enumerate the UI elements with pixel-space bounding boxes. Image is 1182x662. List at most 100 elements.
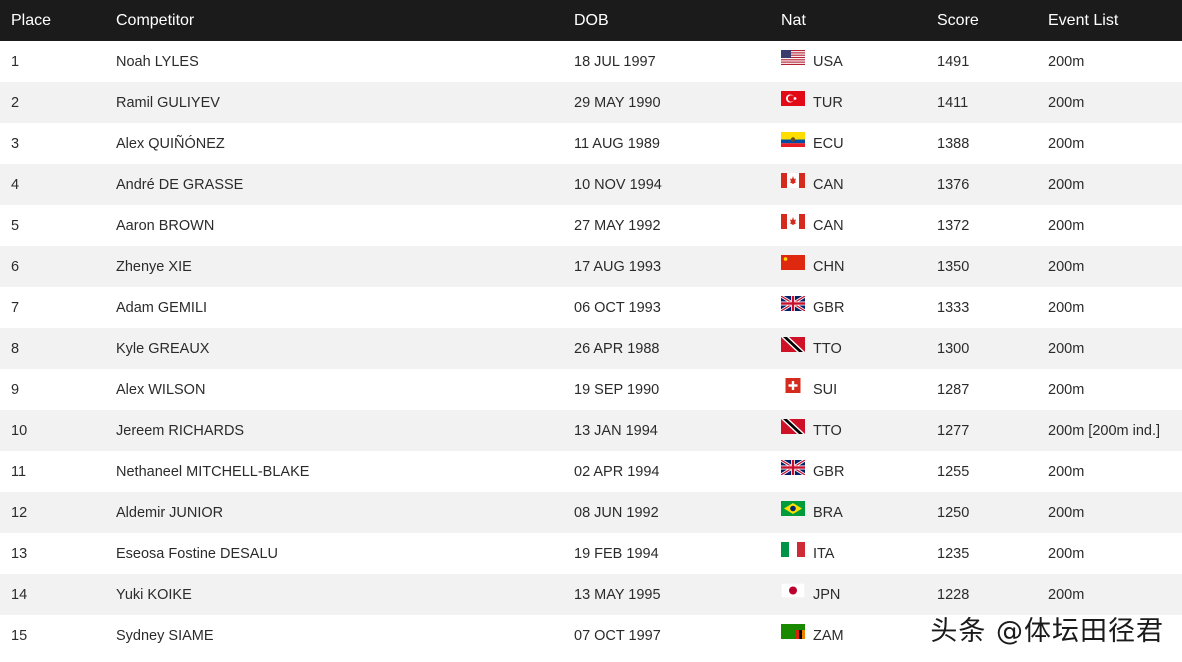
table-row[interactable]: 10 Jereem RICHARDS 13 JAN 1994 TTO 1277 200m … [0, 410, 1182, 451]
table-row[interactable]: 7 Adam GEMILI 06 OCT 1993 GBR 1333 200m [0, 287, 1182, 328]
table-row[interactable]: 8 Kyle GREAUX 26 APR 1988 TTO 1300 200m [0, 328, 1182, 369]
nat-cell: TUR [781, 91, 937, 111]
event-list-cell: 200m [1048, 463, 1085, 480]
competitor-link[interactable]: Alex QUIÑÓNEZ [116, 136, 574, 152]
nat-cell: CHN [781, 255, 937, 275]
nat-cell: ECU [781, 132, 937, 152]
nat-code: USA [813, 53, 843, 70]
competitor-link[interactable]: Nethaneel MITCHELL-BLAKE [116, 464, 574, 480]
competitor-link[interactable]: Aaron BROWN [116, 218, 574, 234]
header-score[interactable]: Score [937, 12, 1048, 30]
table-row[interactable]: 2 Ramil GULIYEV 29 MAY 1990 TUR 1411 200m [0, 82, 1182, 123]
rankings-table: Place Competitor DOB Nat Score Event Lis… [0, 0, 1182, 656]
dob-cell: 19 FEB 1994 [574, 545, 659, 562]
header-nat[interactable]: Nat [781, 12, 937, 30]
nat-cell: GBR [781, 460, 937, 480]
nat-code: TTO [813, 422, 842, 439]
score-cell: 1411 [937, 94, 969, 111]
competitor-link[interactable]: Noah LYLES [116, 54, 574, 70]
table-row[interactable]: 9 Alex WILSON 19 SEP 1990 SUI 1287 200m [0, 369, 1182, 410]
competitor-link[interactable]: Adam GEMILI [116, 300, 574, 316]
competitor-link[interactable]: Alex WILSON [116, 382, 574, 398]
nat-code: JPN [813, 586, 841, 603]
nat-code: TTO [813, 340, 842, 357]
dob-cell: 07 OCT 1997 [574, 627, 661, 644]
nat-cell: BRA [781, 501, 937, 521]
nat-code: SUI [813, 381, 838, 398]
competitor-link[interactable]: André DE GRASSE [116, 177, 574, 193]
event-list-cell: 200m [1048, 504, 1085, 521]
header-dob[interactable]: DOB [574, 12, 781, 30]
table-body: 1 Noah LYLES 18 JUL 1997 USA 1491 200m 2 Ramil … [0, 41, 1182, 656]
event-list-cell: 200m [1048, 381, 1085, 398]
place-cell: 13 [11, 545, 28, 562]
event-list-cell: 200m [1048, 53, 1085, 70]
nat-code: ITA [813, 545, 835, 562]
nat-cell: ZAM [781, 624, 937, 644]
header-place[interactable]: Place [0, 12, 116, 30]
event-list-cell: 200m [1048, 176, 1085, 193]
dob-cell: 27 MAY 1992 [574, 217, 661, 234]
flag-icon [781, 624, 805, 639]
table-row[interactable]: 11 Nethaneel MITCHELL-BLAKE 02 APR 1994 GBR… [0, 451, 1182, 492]
table-row[interactable]: 13 Eseosa Fostine DESALU 19 FEB 1994 ITA 123… [0, 533, 1182, 574]
competitor-link[interactable]: Zhenye XIE [116, 259, 574, 275]
score-cell: 1250 [937, 504, 970, 521]
score-cell: 1277 [937, 422, 970, 439]
nat-code: CHN [813, 258, 845, 275]
place-cell: 12 [11, 504, 28, 521]
place-cell: 15 [11, 627, 28, 644]
flag-icon [781, 173, 805, 188]
nat-cell: CAN [781, 214, 937, 234]
flag-icon [781, 337, 805, 352]
nat-code: ZAM [813, 627, 844, 644]
competitor-link[interactable]: Aldemir JUNIOR [116, 505, 574, 521]
table-row[interactable]: 6 Zhenye XIE 17 AUG 1993 CHN 1350 200m [0, 246, 1182, 287]
event-list-cell: 200m [1048, 135, 1085, 152]
nat-cell: GBR [781, 296, 937, 316]
flag-icon [781, 91, 805, 106]
flag-icon [781, 378, 805, 393]
header-competitor[interactable]: Competitor [116, 12, 574, 30]
place-cell: 10 [11, 422, 28, 439]
event-list-cell: 200m [1048, 258, 1085, 275]
score-cell: 1228 [937, 586, 970, 603]
competitor-link[interactable]: Yuki KOIKE [116, 587, 574, 603]
place-cell: 3 [11, 135, 20, 152]
nat-cell: CAN [781, 173, 937, 193]
place-cell: 2 [11, 94, 20, 111]
competitor-link[interactable]: Kyle GREAUX [116, 341, 574, 357]
dob-cell: 10 NOV 1994 [574, 176, 662, 193]
competitor-link[interactable]: Ramil GULIYEV [116, 95, 574, 111]
table-row[interactable]: 5 Aaron BROWN 27 MAY 1992 CAN 1372 200m [0, 205, 1182, 246]
score-cell: 1255 [937, 463, 970, 480]
dob-cell: 13 JAN 1994 [574, 422, 658, 439]
table-row[interactable]: 3 Alex QUIÑÓNEZ 11 AUG 1989 ECU 1388 200m [0, 123, 1182, 164]
table-row[interactable]: 12 Aldemir JUNIOR 08 JUN 1992 BRA 1250 200m [0, 492, 1182, 533]
nat-code: CAN [813, 217, 844, 234]
table-row[interactable]: 4 André DE GRASSE 10 NOV 1994 CAN 1376 200m [0, 164, 1182, 205]
flag-icon [781, 214, 805, 229]
place-cell: 6 [11, 258, 20, 275]
dob-cell: 08 JUN 1992 [574, 504, 659, 521]
nat-cell: SUI [781, 378, 937, 398]
place-cell: 9 [11, 381, 20, 398]
score-cell: 1388 [937, 135, 970, 152]
header-event-list[interactable]: Event List [1048, 12, 1182, 30]
place-cell: 7 [11, 299, 20, 316]
dob-cell: 18 JUL 1997 [574, 53, 656, 70]
competitor-link[interactable]: Sydney SIAME [116, 628, 574, 644]
flag-icon [781, 583, 805, 598]
competitor-link[interactable]: Jereem RICHARDS [116, 423, 574, 439]
flag-icon [781, 255, 805, 270]
nat-code: CAN [813, 176, 844, 193]
nat-cell: JPN [781, 583, 937, 603]
place-cell: 4 [11, 176, 20, 193]
dob-cell: 17 AUG 1993 [574, 258, 662, 275]
nat-code: BRA [813, 504, 843, 521]
event-list-cell: 200m [1048, 94, 1085, 111]
event-list-cell: 200m [200m ind.] [1048, 422, 1161, 439]
table-row[interactable]: 1 Noah LYLES 18 JUL 1997 USA 1491 200m [0, 41, 1182, 82]
score-cell: 1333 [937, 299, 970, 316]
competitor-link[interactable]: Eseosa Fostine DESALU [116, 546, 574, 562]
